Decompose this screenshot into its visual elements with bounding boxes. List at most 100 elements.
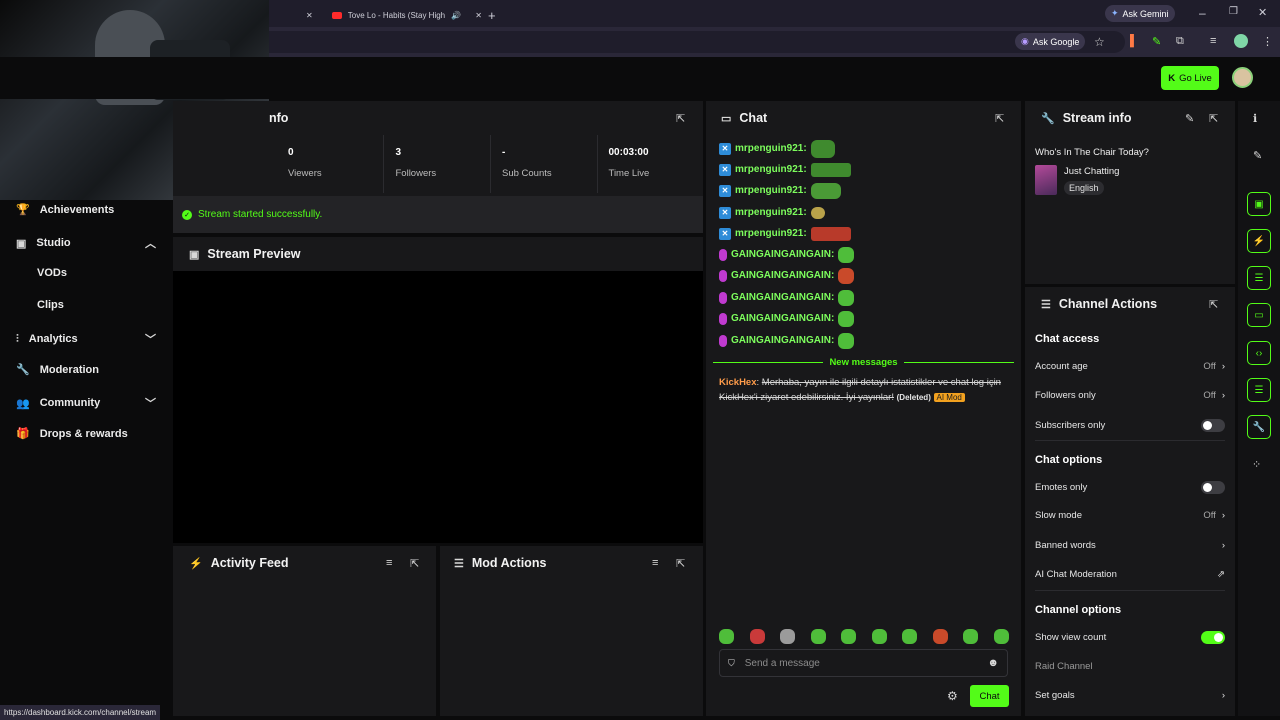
extension-icon[interactable]: ▌ xyxy=(1130,35,1138,47)
divider xyxy=(1035,440,1225,441)
external-link-icon: ⇗ xyxy=(1217,569,1225,580)
chat-username[interactable]: GAINGAINGAINGAIN: xyxy=(731,335,834,346)
chat-username[interactable]: GAINGAINGAINGAIN: xyxy=(731,313,834,324)
emote-button[interactable] xyxy=(780,628,796,644)
row-raid-channel[interactable]: Raid Channel xyxy=(1035,661,1225,672)
nav-studio[interactable]: ▣ Studio ︿ xyxy=(16,235,156,251)
more-widgets-icon[interactable]: ⁘ xyxy=(1252,458,1261,471)
popout-icon[interactable]: ⇱ xyxy=(676,557,685,570)
mod-title-wrap: ☰ Mod Actions xyxy=(454,556,546,570)
chat-username[interactable]: GAINGAINGAINGAIN: xyxy=(731,292,834,303)
puzzle-icon[interactable]: ⧉ xyxy=(1176,35,1184,48)
bookmark-star-icon[interactable]: ☆ xyxy=(1094,35,1105,49)
emotes-only-toggle[interactable] xyxy=(1201,481,1225,494)
nav-vods[interactable]: VODs xyxy=(37,267,67,279)
edit-pencil-icon[interactable]: ✎ xyxy=(1253,149,1262,162)
kick-logo-icon: K xyxy=(1168,72,1176,84)
rail-stream-info-button[interactable]: 🔧 xyxy=(1247,415,1271,439)
menu-kebab-icon[interactable]: ⋮ xyxy=(1262,35,1273,48)
popout-icon[interactable]: ⇱ xyxy=(1209,112,1218,125)
rail-channel-actions-button[interactable]: ☰ xyxy=(1247,378,1271,402)
ask-gemini-button[interactable]: ✦ Ask Gemini xyxy=(1105,5,1175,22)
filter-icon[interactable]: ≡ xyxy=(652,557,658,569)
popout-icon[interactable]: ⇱ xyxy=(995,112,1004,125)
popout-icon[interactable]: ⇱ xyxy=(1209,298,1218,311)
row-banned-words[interactable]: Banned words › xyxy=(1035,540,1225,551)
row-set-goals[interactable]: Set goals › xyxy=(1035,690,1225,701)
chat-message: GAINGAINGAINGAIN: xyxy=(719,289,855,306)
row-label: Account age xyxy=(1035,361,1088,372)
user-avatar[interactable] xyxy=(1232,67,1253,88)
media-control-icon[interactable]: ≡ xyxy=(1210,35,1216,47)
rail-mod-actions-button[interactable]: ☰ xyxy=(1247,266,1271,290)
nav-drops[interactable]: 🎁 Drops & rewards xyxy=(16,427,128,441)
close-tab-icon[interactable]: ✕ xyxy=(475,11,482,20)
browser-tab-youtube[interactable]: Tove Lo - Habits (Stay High) 🔊 ✕ xyxy=(332,4,482,26)
chat-username[interactable]: mrpenguin921: xyxy=(735,185,807,196)
edit-pencil-icon[interactable]: ✎ xyxy=(1185,112,1194,125)
rail-activity-button[interactable]: ⚡ xyxy=(1247,229,1271,253)
popout-icon[interactable]: ⇱ xyxy=(410,557,419,570)
channel-actions-title: Channel Actions xyxy=(1058,297,1158,311)
mic-badge-icon xyxy=(719,248,727,261)
mod-actions-title: Mod Actions xyxy=(471,556,547,570)
rail-preview-button[interactable]: ‹› xyxy=(1247,341,1271,365)
chat-message: GAINGAINGAINGAIN: xyxy=(719,332,855,349)
emote-button[interactable] xyxy=(810,628,826,644)
chat-username[interactable]: mrpenguin921: xyxy=(735,164,807,175)
filter-icon[interactable]: ≡ xyxy=(386,557,392,569)
row-slow-mode[interactable]: Slow mode Off › xyxy=(1035,510,1225,521)
chat-input[interactable]: ⛉ Send a message ☻ xyxy=(719,649,1008,677)
chat-username[interactable]: mrpenguin921: xyxy=(735,143,807,154)
rail-chat-button[interactable]: ▭ xyxy=(1247,303,1271,327)
emote-button[interactable] xyxy=(993,628,1009,644)
emote-button[interactable] xyxy=(871,628,887,644)
nav-community[interactable]: 👥 Community ﹀ xyxy=(16,395,156,411)
show-view-count-toggle[interactable] xyxy=(1201,631,1225,644)
nav-analytics[interactable]: ⫶ Analytics ﹀ xyxy=(16,331,156,347)
youtube-icon xyxy=(332,11,342,19)
ask-google-button[interactable]: ◉ Ask Google xyxy=(1015,33,1086,50)
chat-username[interactable]: KickHex xyxy=(719,377,757,388)
nav-achievements[interactable]: 🏆 Achievements xyxy=(16,203,114,217)
chat-username[interactable]: mrpenguin921: xyxy=(735,228,807,239)
dashboard-topbar: K Go Live xyxy=(0,57,1280,99)
close-window-icon[interactable]: ✕ xyxy=(1258,6,1267,19)
chat-username[interactable]: GAINGAINGAINGAIN: xyxy=(731,249,834,260)
emote-button[interactable] xyxy=(719,628,734,644)
emote-button[interactable] xyxy=(749,628,765,644)
lightning-icon: ⚡ xyxy=(1252,235,1266,247)
url-field[interactable] xyxy=(150,31,1125,53)
new-tab-icon[interactable]: + xyxy=(488,4,496,26)
chat-send-button[interactable]: Chat xyxy=(970,685,1009,707)
nav-moderation[interactable]: 🔧 Moderation xyxy=(16,363,99,377)
emote-button[interactable] xyxy=(932,628,948,644)
chat-username[interactable]: GAINGAINGAINGAIN: xyxy=(731,270,834,281)
info-icon[interactable]: ℹ xyxy=(1253,112,1257,125)
emote-button[interactable] xyxy=(902,628,918,644)
row-account-age[interactable]: Account age Off › xyxy=(1035,361,1225,372)
minimize-icon[interactable]: – xyxy=(1199,6,1206,20)
emote-button[interactable] xyxy=(841,628,857,644)
emoji-icon[interactable]: ☻ xyxy=(987,657,999,669)
divider-line xyxy=(903,361,1014,363)
subscribers-only-toggle[interactable] xyxy=(1201,419,1225,432)
close-tab-icon[interactable]: ✕ xyxy=(306,4,313,26)
nav-clips[interactable]: Clips xyxy=(37,299,64,311)
row-ai-chat-moderation[interactable]: AI Chat Moderation ⇗ xyxy=(1035,569,1225,580)
chat-username[interactable]: mrpenguin921: xyxy=(735,207,807,218)
restore-icon[interactable]: ❐ xyxy=(1229,6,1238,17)
profile-avatar[interactable] xyxy=(1234,34,1248,48)
extension-icon[interactable]: ✎ xyxy=(1152,35,1161,48)
bot-badge-icon: ✕ xyxy=(719,184,731,197)
popout-icon[interactable]: ⇱ xyxy=(676,112,685,125)
rail-session-button[interactable]: ▣ xyxy=(1247,192,1271,216)
row-followers-only[interactable]: Followers only Off › xyxy=(1035,390,1225,401)
chevron-right-icon: › xyxy=(1221,361,1225,372)
go-live-button[interactable]: K Go Live xyxy=(1161,66,1219,90)
new-messages-label[interactable]: New messages xyxy=(829,357,897,368)
stat-label: Viewers xyxy=(288,168,322,179)
tab-title: Tove Lo - Habits (Stay High) xyxy=(347,10,446,20)
emote-button[interactable] xyxy=(963,628,979,644)
gear-icon[interactable]: ⚙ xyxy=(947,689,958,703)
